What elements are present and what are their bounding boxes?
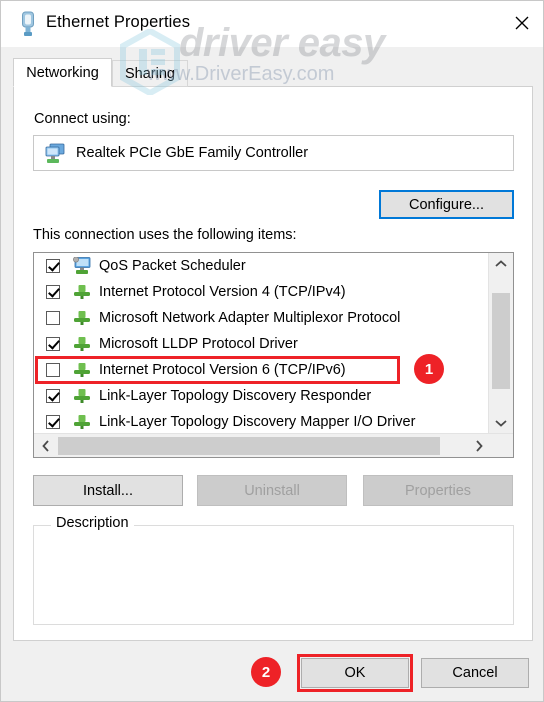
tab-networking-label: Networking: [26, 64, 99, 81]
list-item-label: QoS Packet Scheduler: [99, 258, 246, 274]
install-button[interactable]: Install...: [33, 475, 183, 506]
tab-sharing-label: Sharing: [125, 65, 175, 82]
ethernet-plug-icon: [17, 11, 39, 37]
list-item[interactable]: Microsoft Network Adapter Multiplexor Pr…: [34, 305, 489, 331]
properties-button: Properties: [363, 475, 513, 506]
protocol-plug-icon: [72, 335, 92, 353]
checkbox[interactable]: [46, 285, 60, 299]
list-item-label: Microsoft Network Adapter Multiplexor Pr…: [99, 310, 401, 326]
list-item[interactable]: Link-Layer Topology Discovery Responder: [34, 383, 489, 409]
checkbox[interactable]: [46, 311, 60, 325]
ok-button[interactable]: OK: [301, 658, 409, 688]
checkbox[interactable]: [46, 259, 60, 273]
protocol-plug-icon: [72, 361, 92, 379]
annotation-badge-1: 1: [414, 354, 444, 384]
titlebar: Ethernet Properties: [1, 1, 543, 47]
adapter-field[interactable]: Realtek PCIe GbE Family Controller: [33, 135, 514, 171]
list-item-label: Internet Protocol Version 6 (TCP/IPv6): [99, 362, 346, 378]
list-item[interactable]: Microsoft LLDP Protocol Driver: [34, 331, 489, 357]
components-list: QoS Packet Scheduler Internet Protocol Ve…: [34, 253, 489, 434]
scroll-left-icon[interactable]: [34, 434, 58, 457]
protocol-plug-icon: [72, 283, 92, 301]
vertical-scrollbar[interactable]: [488, 253, 513, 434]
uninstall-button: Uninstall: [197, 475, 347, 506]
configure-button[interactable]: Configure...: [379, 190, 514, 219]
qos-service-icon: [72, 256, 92, 275]
list-item-label: Microsoft LLDP Protocol Driver: [99, 336, 298, 352]
network-adapter-icon: [44, 143, 66, 164]
protocol-plug-icon: [72, 309, 92, 327]
cancel-button[interactable]: Cancel: [421, 658, 529, 688]
scroll-up-icon[interactable]: [489, 253, 513, 275]
close-icon[interactable]: [499, 1, 543, 45]
list-item[interactable]: Internet Protocol Version 4 (TCP/IPv4): [34, 279, 489, 305]
scroll-right-icon[interactable]: [467, 434, 491, 457]
tab-networking[interactable]: Networking: [13, 58, 112, 87]
items-list-label: This connection uses the following items…: [33, 227, 297, 243]
scrollbar-corner: [491, 434, 513, 457]
tabstrip: Sharing Networking: [13, 58, 533, 87]
list-item-label: Internet Protocol Version 4 (TCP/IPv4): [99, 284, 346, 300]
scroll-down-icon[interactable]: [489, 412, 513, 434]
checkbox[interactable]: [46, 363, 60, 377]
protocol-plug-icon: [72, 387, 92, 405]
annotation-badge-2: 2: [251, 657, 281, 687]
list-item[interactable]: Link-Layer Topology Discovery Mapper I/O…: [34, 409, 489, 434]
tab-sharing[interactable]: Sharing: [112, 60, 188, 87]
description-group: [33, 525, 514, 625]
window-title: Ethernet Properties: [46, 13, 191, 31]
list-item-label: Link-Layer Topology Discovery Mapper I/O…: [99, 414, 416, 430]
ethernet-properties-dialog: Ethernet Properties driver easy www.Driv…: [0, 0, 544, 702]
checkbox[interactable]: [46, 415, 60, 429]
horizontal-scroll-thumb[interactable]: [58, 437, 440, 455]
checkbox[interactable]: [46, 337, 60, 351]
list-item-label: Link-Layer Topology Discovery Responder: [99, 388, 372, 404]
protocol-plug-icon: [72, 413, 92, 431]
description-legend: Description: [51, 515, 134, 531]
components-listbox[interactable]: QoS Packet Scheduler Internet Protocol Ve…: [33, 252, 514, 458]
adapter-name: Realtek PCIe GbE Family Controller: [76, 145, 309, 161]
vertical-scroll-thumb[interactable]: [492, 293, 510, 389]
horizontal-scrollbar[interactable]: [34, 433, 513, 457]
checkbox[interactable]: [46, 389, 60, 403]
list-item[interactable]: QoS Packet Scheduler: [34, 253, 489, 279]
connect-using-label: Connect using:: [34, 111, 131, 127]
